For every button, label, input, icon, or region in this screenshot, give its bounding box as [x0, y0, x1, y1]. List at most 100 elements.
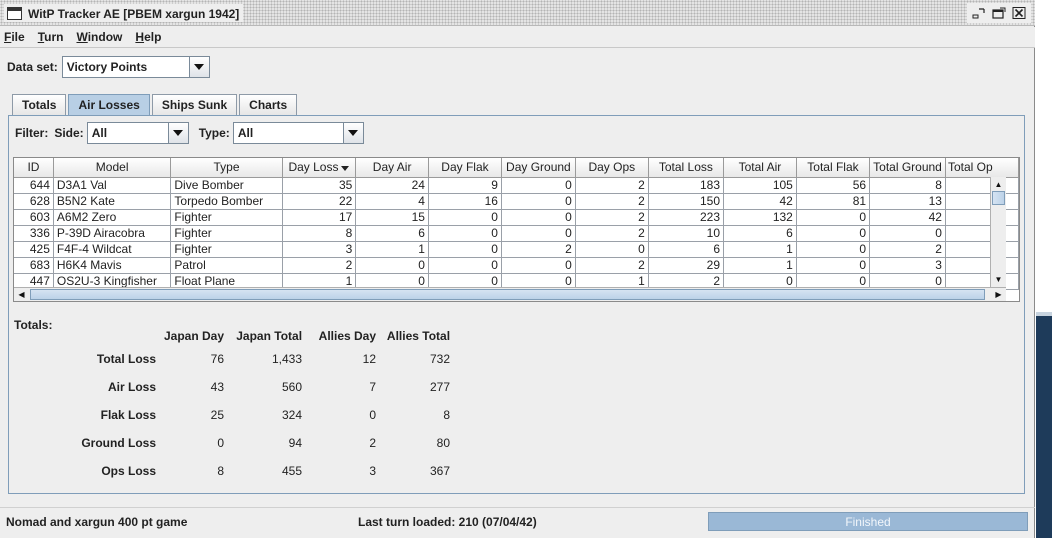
table-row[interactable]: 683 H6K4 Mavis Patrol 2 0 0 0 2 29 1 0 3	[14, 257, 1019, 274]
table-cell: 24	[355, 177, 429, 194]
table-cell: 105	[723, 177, 797, 194]
horizontal-scroll-thumb[interactable]	[30, 289, 985, 300]
air-losses-grid: ID Model Type Day Loss Day Air Day Flak …	[14, 158, 1019, 290]
dataset-value: Victory Points	[66, 60, 148, 74]
table-cell: 2	[575, 209, 649, 226]
scroll-up-icon[interactable]: ▲	[991, 177, 1006, 192]
vertical-scroll-thumb[interactable]	[992, 191, 1005, 205]
dataset-dropdown-button[interactable]	[188, 57, 209, 77]
column-header-day-flak[interactable]: Day Flak	[428, 158, 502, 178]
last-turn-status: Last turn loaded: 210 (07/04/42)	[358, 515, 537, 529]
scroll-down-icon[interactable]: ▼	[991, 272, 1006, 287]
table-vertical-scrollbar[interactable]: ▲ ▼	[990, 177, 1006, 287]
table-cell: 22	[282, 193, 357, 210]
column-header-day-loss[interactable]: Day Loss	[282, 158, 357, 178]
table-cell	[945, 225, 1019, 242]
sort-descending-icon	[341, 165, 350, 171]
table-cell: 0	[501, 257, 576, 274]
table-cell: 6	[648, 241, 725, 258]
close-icon[interactable]	[1009, 4, 1029, 22]
totals-value: 367	[430, 464, 451, 478]
column-header-day-ground[interactable]: Day Ground	[501, 158, 576, 178]
table-row[interactable]: 336 P-39D Airacobra Fighter 8 6 0 0 2 10 6 0 0	[14, 225, 1019, 242]
window-icon[interactable]	[7, 7, 22, 20]
title-bar[interactable]: WitP Tracker AE [PBEM xargun 1942]	[0, 0, 1035, 26]
totals-value: 277	[430, 380, 451, 394]
column-header-type[interactable]: Type	[170, 158, 283, 178]
table-cell: 10	[648, 225, 725, 242]
table-cell	[945, 257, 1019, 274]
column-header-total-loss[interactable]: Total Loss	[648, 158, 725, 178]
totals-row-label: Ground Loss	[81, 436, 156, 450]
chevron-down-icon	[194, 64, 205, 70]
totals-heading: Totals:	[14, 318, 53, 332]
table-cell: Torpedo Bomber	[170, 193, 283, 210]
table-horizontal-scrollbar[interactable]: ◀ ▶	[14, 287, 1006, 301]
totals-row: Ground Loss 0 94 2 80	[60, 429, 454, 457]
table-cell: B5N2 Kate	[53, 193, 172, 210]
totals-header-row: Japan Day Japan Total Allies Day Allies …	[60, 327, 454, 345]
table-cell: 2	[282, 257, 357, 274]
totals-col-allies-total: Allies Total	[386, 329, 451, 343]
table-cell: 56	[796, 177, 871, 194]
table-cell: 0	[355, 257, 429, 274]
column-header-total-ops[interactable]: Total Op	[945, 158, 1019, 178]
menu-window[interactable]: Window	[76, 30, 122, 44]
table-row[interactable]: 425 F4F-4 Wildcat Fighter 3 1 0 2 0 6 1 0 2	[14, 241, 1019, 258]
progress-label: Finished	[845, 514, 891, 529]
filter-label: Filter:	[15, 126, 49, 140]
column-header-id[interactable]: ID	[14, 158, 54, 178]
table-cell: 2	[501, 241, 576, 258]
maximize-icon[interactable]	[989, 4, 1009, 22]
column-header-total-flak[interactable]: Total Flak	[796, 158, 871, 178]
totals-row-label: Ops Loss	[101, 464, 156, 478]
table-row[interactable]: 644 D3A1 Val Dive Bomber 35 24 9 0 2 183 105 56 8	[14, 177, 1019, 194]
dataset-select[interactable]: Victory Points	[61, 56, 210, 78]
column-header-day-ops[interactable]: Day Ops	[575, 158, 649, 178]
table-cell: 2	[575, 225, 649, 242]
side-dropdown-button[interactable]	[167, 123, 188, 143]
table-cell: 2	[575, 193, 649, 210]
totals-value: 25	[210, 408, 225, 422]
totals-value: 1,433	[272, 352, 303, 366]
scroll-right-icon[interactable]: ▶	[991, 287, 1006, 302]
scroll-left-icon[interactable]: ◀	[14, 287, 29, 302]
table-cell: 150	[648, 193, 725, 210]
table-cell: 0	[428, 241, 502, 258]
window-controls	[967, 3, 1031, 23]
minimize-icon[interactable]	[969, 4, 989, 22]
tab-charts[interactable]: Charts	[239, 94, 298, 115]
tab-totals[interactable]: Totals	[12, 94, 67, 115]
table-cell: 6	[723, 225, 797, 242]
type-label: Type:	[198, 126, 230, 140]
table-header-row: ID Model Type Day Loss Day Air Day Flak …	[14, 158, 1019, 178]
menu-file[interactable]: File	[4, 30, 25, 44]
column-header-day-air[interactable]: Day Air	[355, 158, 429, 178]
totals-value: 560	[282, 380, 303, 394]
totals-row: Flak Loss 25 324 0 8	[60, 401, 454, 429]
column-header-total-ground[interactable]: Total Ground	[869, 158, 946, 178]
totals-col-japan-total: Japan Total	[236, 329, 303, 343]
menu-help[interactable]: Help	[135, 30, 161, 44]
side-select[interactable]: All	[86, 122, 189, 144]
column-header-total-air[interactable]: Total Air	[723, 158, 797, 178]
type-select[interactable]: All	[232, 122, 364, 144]
totals-value: 43	[210, 380, 225, 394]
table-cell: 15	[355, 209, 429, 226]
table-cell: 42	[869, 209, 946, 226]
column-header-model[interactable]: Model	[53, 158, 172, 178]
totals-col-allies-day: Allies Day	[318, 329, 377, 343]
filter-row: Filter: Side: All Type: All	[15, 122, 364, 144]
totals-row: Air Loss 43 560 7 277	[60, 373, 454, 401]
tab-ships-sunk[interactable]: Ships Sunk	[151, 94, 238, 115]
totals-row-label: Flak Loss	[100, 408, 156, 422]
menu-turn[interactable]: Turn	[38, 30, 64, 44]
desktop-background	[1036, 316, 1052, 538]
tab-air-losses[interactable]: Air Losses	[68, 94, 150, 116]
table-cell: 425	[14, 241, 54, 258]
totals-row: Ops Loss 8 455 3 367	[60, 457, 454, 485]
type-dropdown-button[interactable]	[342, 123, 363, 143]
totals-value: 94	[288, 436, 303, 450]
table-row[interactable]: 628 B5N2 Kate Torpedo Bomber 22 4 16 0 2 150 42 81…	[14, 193, 1019, 210]
table-row[interactable]: 603 A6M2 Zero Fighter 17 15 0 0 2 223 132 0 42	[14, 209, 1019, 226]
